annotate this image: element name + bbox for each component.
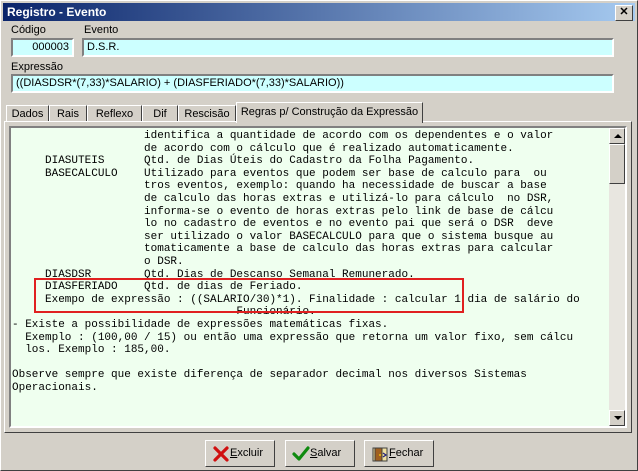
codigo-label: Código bbox=[11, 24, 46, 36]
scroll-thumb[interactable] bbox=[609, 144, 625, 184]
expressao-field[interactable]: ((DIASDSR*(7,33)*SALARIO) + (DIASFERIADO… bbox=[11, 74, 614, 93]
close-button[interactable]: ✕ bbox=[615, 5, 633, 21]
red-x-icon bbox=[213, 446, 229, 462]
tab-rais[interactable]: Rais bbox=[49, 105, 87, 122]
expressao-label: Expressão bbox=[11, 61, 63, 73]
help-text: identifica a quantidade de acordo com os… bbox=[12, 130, 580, 394]
excluir-button[interactable]: Excluir bbox=[205, 440, 275, 467]
window-title: Registro - Evento bbox=[7, 5, 107, 19]
tab-dados[interactable]: Dados bbox=[6, 105, 49, 122]
salvar-label: Salvar bbox=[310, 447, 342, 459]
arrow-up-icon bbox=[614, 134, 622, 138]
fechar-label: Fechar bbox=[389, 447, 424, 459]
green-check-icon bbox=[292, 446, 310, 461]
scroll-up-button[interactable] bbox=[609, 128, 625, 144]
vertical-scrollbar[interactable] bbox=[609, 128, 625, 426]
title-bar[interactable]: Registro - Evento ✕ bbox=[3, 3, 635, 21]
salvar-button[interactable]: Salvar bbox=[285, 440, 355, 467]
tab-dif[interactable]: Dif bbox=[142, 105, 178, 122]
tab-regras-expressao[interactable]: Regras p/ Construção da Expressão bbox=[236, 102, 423, 123]
tab-reflexo[interactable]: Reflexo bbox=[87, 105, 142, 122]
scroll-down-button[interactable] bbox=[609, 410, 625, 426]
evento-label: Evento bbox=[84, 24, 119, 36]
tab-rescisao[interactable]: Rescisão bbox=[178, 105, 236, 122]
excluir-label: Excluir bbox=[230, 447, 264, 459]
door-exit-icon bbox=[372, 447, 388, 462]
evento-field[interactable]: D.S.R. bbox=[82, 38, 614, 57]
arrow-down-icon bbox=[614, 416, 622, 420]
codigo-field[interactable]: 000003 bbox=[11, 38, 74, 57]
close-icon: ✕ bbox=[619, 6, 629, 18]
fechar-button[interactable]: Fechar bbox=[364, 440, 434, 467]
help-memo[interactable]: identifica a quantidade de acordo com os… bbox=[9, 126, 627, 428]
